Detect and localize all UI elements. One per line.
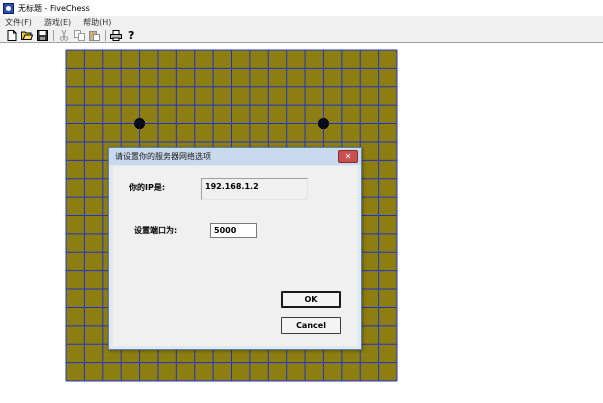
menu-game[interactable]: 游戏(E) bbox=[42, 17, 73, 28]
ip-value: 192.168.1.2 bbox=[205, 182, 259, 191]
black-stone bbox=[317, 118, 329, 130]
menu-bar: 文件(F) 游戏(E) 帮助(H) bbox=[0, 16, 603, 28]
app-icon bbox=[3, 2, 14, 14]
copy-icon[interactable] bbox=[73, 29, 85, 41]
window-title: 无标题 - FiveChess bbox=[18, 3, 90, 13]
help-icon[interactable]: ? bbox=[125, 29, 137, 41]
cut-icon[interactable] bbox=[58, 29, 70, 41]
print-icon[interactable] bbox=[110, 29, 122, 41]
dialog-title-bar: 请设置你的服务器网络选项 ✕ bbox=[109, 148, 361, 165]
svg-text:?: ? bbox=[128, 29, 134, 41]
title-bar: 无标题 - FiveChess bbox=[0, 0, 603, 16]
menu-file[interactable]: 文件(F) bbox=[3, 17, 34, 28]
black-stone bbox=[134, 118, 146, 130]
ip-label: 你的IP是: bbox=[129, 183, 166, 192]
paste-icon[interactable] bbox=[88, 29, 100, 41]
toolbar-separator bbox=[105, 29, 106, 41]
ip-display: 192.168.1.2 bbox=[201, 178, 308, 200]
toolbar: ? bbox=[0, 28, 603, 43]
save-icon[interactable] bbox=[36, 29, 48, 41]
close-icon[interactable]: ✕ bbox=[338, 150, 358, 163]
toolbar-separator bbox=[53, 29, 54, 41]
dialog-body: 你的IP是: 192.168.1.2 设置端口为: OK Cancel bbox=[113, 166, 357, 346]
new-file-icon[interactable] bbox=[6, 29, 18, 41]
dialog-title: 请设置你的服务器网络选项 bbox=[115, 152, 211, 161]
open-folder-icon[interactable] bbox=[21, 29, 33, 41]
menu-help[interactable]: 帮助(H) bbox=[81, 17, 113, 28]
port-input[interactable] bbox=[210, 223, 257, 238]
server-settings-dialog: 请设置你的服务器网络选项 ✕ 你的IP是: 192.168.1.2 设置端口为:… bbox=[108, 147, 362, 350]
ok-button[interactable]: OK bbox=[281, 291, 341, 308]
port-label: 设置端口为: bbox=[134, 226, 178, 235]
cancel-button[interactable]: Cancel bbox=[281, 317, 341, 334]
